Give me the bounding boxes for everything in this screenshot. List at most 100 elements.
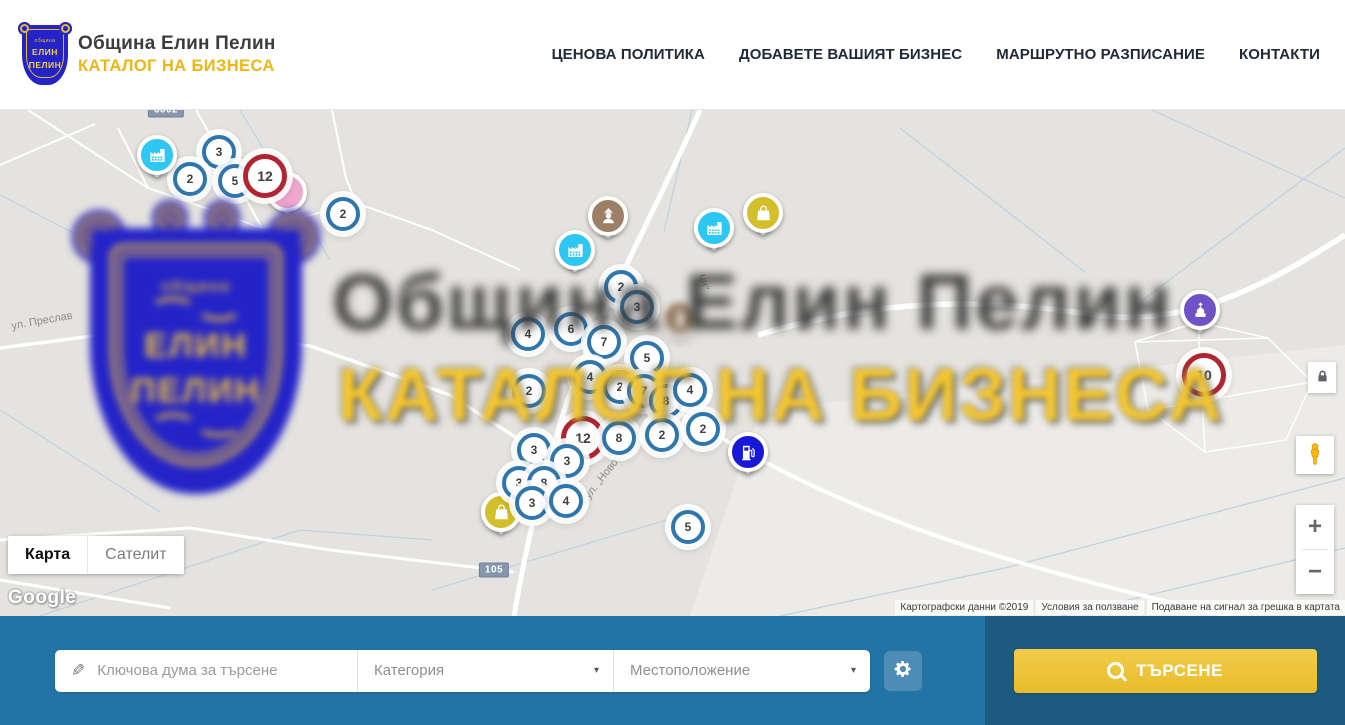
- map-canvas[interactable]: 6002105ул. Преславци“бул. „Новоселци“ 32…: [0, 110, 1345, 616]
- location-select[interactable]: Местоположение ▾: [613, 650, 870, 692]
- nav-item[interactable]: ДОБАВЕТЕ ВАШИЯТ БИЗНЕС: [739, 46, 962, 63]
- category-select[interactable]: Категория ▾: [357, 650, 613, 692]
- factory-icon: [694, 208, 734, 248]
- zoom-in-button[interactable]: +: [1296, 505, 1334, 549]
- map-cluster[interactable]: 3: [515, 486, 549, 520]
- map-type-control: Карта Сателит: [8, 536, 184, 574]
- map-cluster[interactable]: 4: [511, 317, 545, 351]
- cluster-count: 2: [340, 207, 347, 221]
- zoom-out-button[interactable]: −: [1296, 550, 1334, 594]
- advanced-search-button[interactable]: [884, 651, 922, 691]
- cluster-count: 6: [568, 322, 575, 336]
- search-submit-label: ТЪРСЕНЕ: [1136, 661, 1223, 681]
- map-cluster[interactable]: 2: [645, 418, 679, 452]
- cluster-count: 2: [617, 380, 624, 394]
- map-attribution-link[interactable]: Условия за ползване: [1036, 600, 1143, 615]
- map-marker-factory[interactable]: [555, 230, 595, 270]
- keyword-search-field[interactable]: ✎: [55, 650, 357, 692]
- map-type-satellite-button[interactable]: Сателит: [87, 536, 183, 574]
- google-logo[interactable]: Google: [8, 587, 76, 609]
- factory-icon: [137, 135, 177, 175]
- map-type-map-button[interactable]: Карта: [8, 536, 87, 574]
- church-icon: [1180, 290, 1220, 330]
- cluster-count: 2: [618, 280, 625, 294]
- worker-icon: [660, 298, 700, 338]
- map-marker-bag[interactable]: [743, 193, 783, 233]
- search-bar: ✎ Категория ▾ Местоположение ▾: [0, 616, 1345, 725]
- map-cluster[interactable]: 4: [549, 484, 583, 518]
- pegman-icon: [1303, 442, 1327, 469]
- map-cluster[interactable]: 10: [1182, 353, 1226, 397]
- map-cluster[interactable]: 6: [554, 312, 588, 346]
- cluster-count: 4: [687, 383, 694, 397]
- site-subtitle: КАТАЛОГ НА БИЗНЕСА: [78, 57, 276, 76]
- nav-item[interactable]: КОНТАКТИ: [1239, 46, 1320, 63]
- map-cluster[interactable]: 3: [517, 433, 551, 467]
- map-cluster[interactable]: 5: [630, 341, 664, 375]
- cluster-count: 3: [634, 300, 641, 314]
- cluster-count: 4: [525, 327, 532, 341]
- gear-icon: [893, 659, 913, 682]
- map-cluster[interactable]: 4: [673, 373, 707, 407]
- crest-word: община: [27, 38, 63, 44]
- search-submit-button[interactable]: ТЪРСЕНЕ: [1014, 649, 1317, 693]
- cluster-count: 8: [616, 431, 623, 445]
- cluster-count: 8: [541, 476, 548, 490]
- fuel-icon: [728, 432, 768, 472]
- bag-icon: [743, 193, 783, 233]
- map-marker-worker[interactable]: [660, 298, 700, 338]
- crest-name-line1: ЕЛИН: [27, 47, 63, 58]
- map-markers: 32512223467524278412822333834510: [0, 110, 1345, 616]
- brand[interactable]: община ЕЛИН ПЕЛИН Община Елин Пелин КАТА…: [22, 25, 276, 85]
- cluster-count: 3: [529, 496, 536, 510]
- map-cluster[interactable]: 4: [573, 360, 607, 394]
- cluster-count: 10: [1196, 367, 1212, 383]
- cluster-count: 7: [601, 335, 608, 349]
- cluster-count: 12: [257, 168, 273, 184]
- lock-icon: [1316, 370, 1329, 386]
- map-marker-factory[interactable]: [694, 208, 734, 248]
- map-cluster[interactable]: 8: [602, 421, 636, 455]
- chevron-down-icon: ▾: [851, 665, 856, 676]
- map-marker-fuel[interactable]: [728, 432, 768, 472]
- search-fields-panel: ✎ Категория ▾ Местоположение ▾: [0, 616, 985, 725]
- map-cluster[interactable]: 5: [671, 510, 705, 544]
- nav-item[interactable]: ЦЕНОВА ПОЛИТИКА: [552, 46, 705, 63]
- header: община ЕЛИН ПЕЛИН Община Елин Пелин КАТА…: [0, 0, 1345, 110]
- map-cluster[interactable]: 2: [686, 412, 720, 446]
- category-select-value: Категория: [374, 662, 444, 679]
- map-cluster[interactable]: 2: [326, 197, 360, 231]
- cluster-count: 2: [526, 384, 533, 398]
- location-select-value: Местоположение: [630, 662, 750, 679]
- map-cluster[interactable]: 12: [243, 154, 287, 198]
- cluster-count: 5: [644, 351, 651, 365]
- search-icon: [1107, 662, 1124, 679]
- map-attribution: Картографски данни ©2019Условия за ползв…: [895, 600, 1345, 615]
- cluster-count: 8: [663, 394, 670, 408]
- pencil-icon: ✎: [71, 662, 85, 679]
- pegman-streetview-button[interactable]: [1296, 436, 1334, 474]
- search-fields: ✎ Категория ▾ Местоположение ▾: [55, 650, 870, 692]
- map-attribution-link[interactable]: Подаване на сигнал за грешка в картата: [1147, 600, 1345, 615]
- main-nav: ЦЕНОВА ПОЛИТИКА ДОБАВЕТЕ ВАШИЯТ БИЗНЕС МАР…: [552, 46, 1320, 63]
- cluster-count: 2: [659, 428, 666, 442]
- nav-item[interactable]: МАРШРУТНО РАЗПИСАНИЕ: [996, 46, 1205, 63]
- search-submit-panel: ТЪРСЕНЕ: [985, 616, 1345, 725]
- map-marker-factory[interactable]: [137, 135, 177, 175]
- municipality-crest-logo: община ЕЛИН ПЕЛИН: [22, 25, 68, 85]
- cluster-count: 12: [575, 430, 591, 446]
- lock-button[interactable]: [1308, 362, 1336, 393]
- page: община ЕЛИН ПЕЛИН Община Елин Пелин КАТА…: [0, 0, 1345, 725]
- cluster-count: 4: [587, 370, 594, 384]
- cluster-count: 3: [216, 145, 223, 159]
- map-cluster[interactable]: 3: [620, 290, 654, 324]
- map-marker-church[interactable]: [1180, 290, 1220, 330]
- cluster-count: 3: [516, 476, 523, 490]
- cluster-count: 3: [531, 443, 538, 457]
- cluster-count: 5: [232, 174, 239, 188]
- map-cluster[interactable]: 7: [587, 325, 621, 359]
- map-cluster[interactable]: 2: [512, 374, 546, 408]
- map-cluster[interactable]: 2: [173, 162, 207, 196]
- site-title: Община Елин Пелин: [78, 33, 276, 55]
- keyword-input[interactable]: [95, 661, 345, 680]
